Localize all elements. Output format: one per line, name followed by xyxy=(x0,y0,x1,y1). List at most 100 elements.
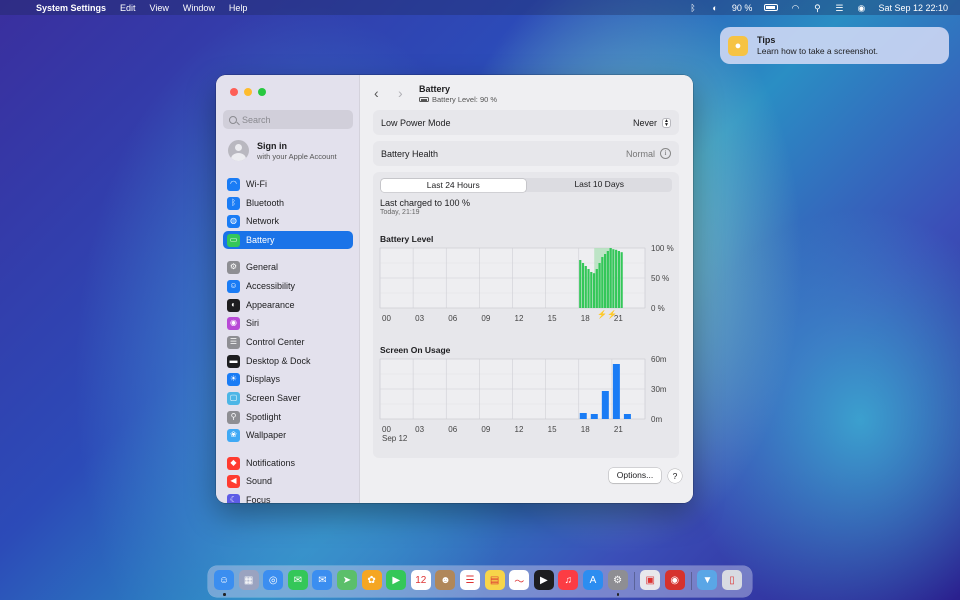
y-tick-label: 30m xyxy=(651,385,667,394)
close-window-button[interactable] xyxy=(230,88,238,96)
x-tick-label: 18 xyxy=(581,425,590,434)
app-store-icon[interactable]: A xyxy=(583,570,603,590)
chart-bar xyxy=(590,414,598,419)
control-center-status-icon[interactable]: ☰ xyxy=(834,3,844,13)
menu-view[interactable]: View xyxy=(150,3,169,13)
chart-bar xyxy=(598,263,601,308)
apple-account-signin[interactable]: Sign in with your Apple Account xyxy=(228,140,337,161)
sidebar-item-wallpaper[interactable]: ❀ Wallpaper xyxy=(223,426,353,444)
sidebar-item-appearance[interactable]: ◐ Appearance xyxy=(223,296,353,314)
safari-icon[interactable]: ◎ xyxy=(263,570,284,590)
chart-bar xyxy=(595,269,598,308)
low-power-popup[interactable]: Never ▲ ▼ xyxy=(633,117,671,128)
dock-icon: ▬ xyxy=(227,354,240,368)
notification-title: Tips xyxy=(757,35,776,45)
battery-level-icon xyxy=(419,97,429,102)
app-menu[interactable]: System Settings xyxy=(36,3,106,13)
sidebar-item-general[interactable]: ⚙ General xyxy=(223,258,353,276)
facetime-icon[interactable]: ▶ xyxy=(386,570,407,590)
sidebar-item-label: Bluetooth xyxy=(246,198,285,208)
freeform-icon[interactable]: 〜 xyxy=(509,570,530,590)
messages-icon[interactable]: ✉ xyxy=(287,570,308,590)
user-status-icon[interactable]: ◐ xyxy=(710,3,720,13)
chart-bar xyxy=(581,263,585,308)
tab-last-24-hours[interactable]: Last 24 Hours xyxy=(380,178,526,192)
dock-separator xyxy=(691,572,693,590)
options-button[interactable]: Options... xyxy=(609,468,661,483)
tips-notification[interactable]: ● Tips Learn how to take a screenshot. xyxy=(720,27,949,64)
y-tick-label: 60m xyxy=(651,355,667,364)
contacts-icon[interactable]: ☻ xyxy=(435,570,456,590)
x-tick-label: 00 xyxy=(382,314,391,323)
sidebar-item-displays[interactable]: ☀ Displays xyxy=(223,370,353,388)
bell-icon: ◆ xyxy=(227,456,240,470)
menu-edit[interactable]: Edit xyxy=(120,3,136,13)
forward-chevron-icon[interactable]: › xyxy=(398,85,403,101)
tv-icon[interactable]: ▶ xyxy=(533,570,554,590)
sidebar-item-spotlight[interactable]: ⚲ Spotlight xyxy=(223,408,353,426)
finder-icon[interactable]: ☺ xyxy=(214,570,234,590)
appearance-icon: ◐ xyxy=(227,298,240,312)
trash-icon[interactable]: ▯ xyxy=(722,570,742,590)
back-chevron-icon[interactable]: ‹ xyxy=(374,85,379,101)
mail-icon[interactable]: ✉ xyxy=(312,570,333,590)
battery-health-label: Battery Health xyxy=(381,148,439,159)
sidebar-item-label: Sound xyxy=(246,476,273,486)
dock: ☺ ▦ ◎ ✉ ✉ ➤ ✿ ▶ 12 ☻ ☰ ▤ 〜 ▶ ♫ A ⚙ ▣ ◉ ▼ ▯ xyxy=(208,566,752,597)
zoom-window-button[interactable] xyxy=(258,88,266,96)
help-button[interactable]: ? xyxy=(668,469,682,483)
preview-icon[interactable]: ▣ xyxy=(640,570,661,590)
photos-icon[interactable]: ✿ xyxy=(361,570,382,590)
sidebar-item-wi-fi[interactable]: ◠ Wi-Fi xyxy=(223,175,353,193)
dock-separator xyxy=(634,572,636,590)
info-icon[interactable]: i xyxy=(660,148,671,159)
sidebar-item-siri[interactable]: ◉ Siri xyxy=(223,314,353,332)
sidebar-item-accessibility[interactable]: ☺ Accessibility xyxy=(223,277,353,295)
sidebar-item-notifications[interactable]: ◆ Notifications xyxy=(223,454,353,472)
menu-help[interactable]: Help xyxy=(229,3,248,13)
screen-record-status-icon[interactable]: ◉ xyxy=(856,3,866,13)
sidebar-item-control-center[interactable]: ☰ Control Center xyxy=(223,333,353,351)
wifi-status-icon[interactable]: ◠ xyxy=(790,3,800,13)
menu-window[interactable]: Window xyxy=(183,3,215,13)
photo-booth-icon[interactable]: ◉ xyxy=(664,570,685,590)
search-field[interactable]: Search xyxy=(223,110,353,129)
music-icon[interactable]: ♫ xyxy=(558,570,579,590)
battery-pane: ‹ › Battery Battery Level: 90 % Low Powe… xyxy=(360,75,693,503)
x-tick-label: 09 xyxy=(481,425,490,434)
charging-bolt-icon: ⚡⚡ xyxy=(597,309,617,319)
sidebar-item-desktop-dock[interactable]: ▬ Desktop & Dock xyxy=(223,352,353,370)
spotlight-status-icon[interactable]: ⚲ xyxy=(812,3,822,13)
low-power-label: Low Power Mode xyxy=(381,117,451,128)
search-icon xyxy=(229,115,237,124)
tab-last-10-days[interactable]: Last 10 Days xyxy=(527,178,673,192)
calendar-icon[interactable]: 12 xyxy=(410,570,431,590)
screen-usage-chart-title: Screen On Usage xyxy=(380,345,451,355)
sidebar-item-focus[interactable]: ☾ Focus xyxy=(223,491,353,503)
battery-icon: ▭ xyxy=(227,233,240,247)
sidebar-item-screen-saver[interactable]: ▢ Screen Saver xyxy=(223,389,353,407)
sidebar-item-label: Displays xyxy=(246,374,281,384)
battery-health-value: Normal xyxy=(625,148,655,159)
menubar-clock[interactable]: Sat Sep 12 22:10 xyxy=(878,3,948,13)
maps-icon[interactable]: ➤ xyxy=(337,570,357,590)
downloads-icon[interactable]: ▼ xyxy=(697,570,718,590)
battery-status-icon[interactable] xyxy=(764,4,779,11)
sidebar-item-battery[interactable]: ▭ Battery xyxy=(223,231,353,249)
avatar xyxy=(228,140,249,161)
reminders-icon[interactable]: ☰ xyxy=(460,570,480,590)
usage-history-card: Last 24 Hours Last 10 Days Last charged … xyxy=(373,172,679,458)
system-settings-icon[interactable]: ⚙ xyxy=(607,570,628,590)
x-tick-label: 15 xyxy=(548,314,557,323)
chart-bar xyxy=(603,254,607,308)
sidebar-item-sound[interactable]: ◀ Sound xyxy=(223,472,353,490)
chart-bar xyxy=(601,257,604,308)
sidebar-item-label: Siri xyxy=(246,318,259,328)
launchpad-icon[interactable]: ▦ xyxy=(238,570,259,590)
battery-level-chart-title: Battery Level xyxy=(380,234,434,244)
sidebar-item-network[interactable]: ◍ Network xyxy=(223,212,353,230)
bluetooth-status-icon[interactable]: ᛒ xyxy=(688,3,698,13)
sidebar-item-bluetooth[interactable]: ᛒ Bluetooth xyxy=(223,194,353,212)
minimize-window-button[interactable] xyxy=(244,88,252,96)
notes-icon[interactable]: ▤ xyxy=(484,570,505,590)
